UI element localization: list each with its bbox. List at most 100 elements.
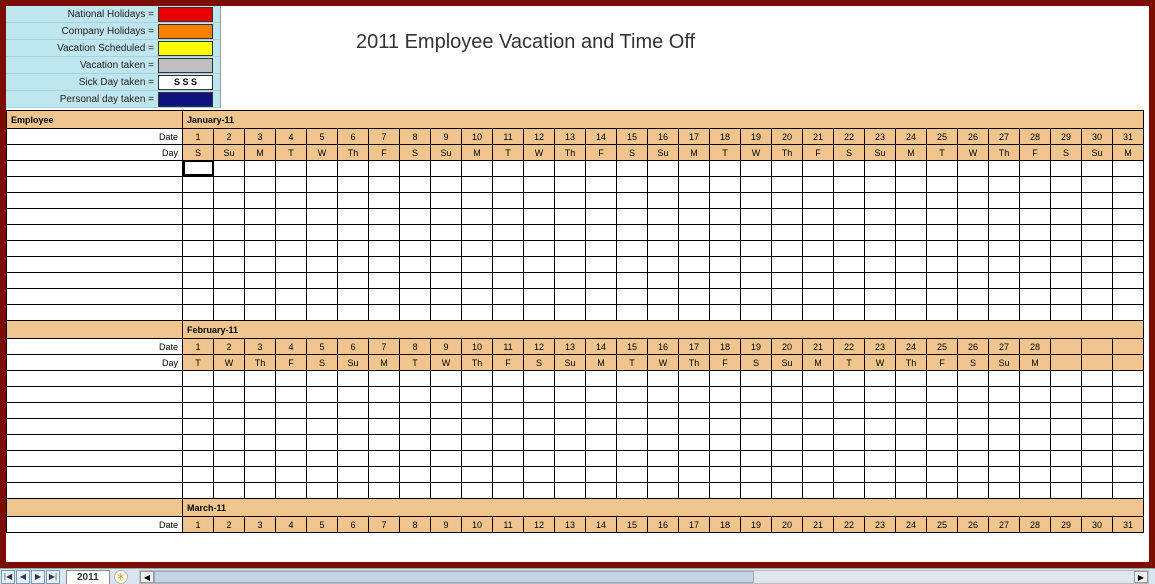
data-cell[interactable] [896, 403, 927, 419]
data-cell[interactable] [679, 289, 710, 305]
data-cell[interactable] [245, 257, 276, 273]
data-cell[interactable] [803, 241, 834, 257]
data-cell[interactable] [648, 273, 679, 289]
data-cell[interactable] [524, 193, 555, 209]
data-cell[interactable] [338, 193, 369, 209]
data-cell[interactable] [1113, 225, 1144, 241]
data-cell[interactable] [276, 257, 307, 273]
data-cell[interactable] [927, 161, 958, 177]
date-cell[interactable]: 29 [1051, 517, 1082, 533]
data-cell[interactable] [927, 193, 958, 209]
data-cell[interactable] [958, 371, 989, 387]
data-cell[interactable] [214, 371, 245, 387]
data-cell[interactable] [214, 483, 245, 499]
data-cell[interactable] [1082, 257, 1113, 273]
data-cell[interactable] [741, 451, 772, 467]
data-cell[interactable] [1113, 209, 1144, 225]
data-cell[interactable] [1113, 435, 1144, 451]
data-cell[interactable] [710, 161, 741, 177]
data-cell[interactable] [586, 467, 617, 483]
data-cell[interactable] [307, 257, 338, 273]
date-cell[interactable]: 4 [276, 129, 307, 145]
data-cell[interactable] [493, 177, 524, 193]
data-cell[interactable] [648, 403, 679, 419]
date-cell[interactable]: 3 [245, 517, 276, 533]
data-cell[interactable] [989, 161, 1020, 177]
data-cell[interactable] [958, 225, 989, 241]
date-cell[interactable]: 14 [586, 129, 617, 145]
data-cell[interactable] [927, 435, 958, 451]
data-cell[interactable] [214, 289, 245, 305]
data-cell[interactable] [1020, 435, 1051, 451]
data-cell[interactable] [555, 371, 586, 387]
data-cell[interactable] [400, 161, 431, 177]
data-cell[interactable] [896, 241, 927, 257]
date-cell[interactable]: 23 [865, 129, 896, 145]
data-cell[interactable] [741, 257, 772, 273]
data-cell[interactable] [617, 161, 648, 177]
data-cell[interactable] [276, 193, 307, 209]
data-cell[interactable] [927, 451, 958, 467]
data-cell[interactable] [1113, 451, 1144, 467]
data-cell[interactable] [338, 177, 369, 193]
data-cell[interactable] [214, 209, 245, 225]
data-cell[interactable] [958, 467, 989, 483]
data-cell[interactable] [834, 241, 865, 257]
data-cell[interactable] [865, 435, 896, 451]
data-cell[interactable] [1113, 403, 1144, 419]
data-cell[interactable] [400, 467, 431, 483]
data-cell[interactable] [772, 467, 803, 483]
data-cell[interactable] [400, 241, 431, 257]
data-cell[interactable] [307, 451, 338, 467]
data-cell[interactable] [648, 225, 679, 241]
data-cell[interactable] [834, 305, 865, 321]
data-cell[interactable] [1020, 403, 1051, 419]
data-cell[interactable] [896, 289, 927, 305]
data-cell[interactable] [679, 193, 710, 209]
data-cell[interactable] [400, 305, 431, 321]
data-cell[interactable] [276, 289, 307, 305]
dow-cell[interactable]: F [803, 145, 834, 161]
data-cell[interactable] [896, 451, 927, 467]
data-cell[interactable] [214, 161, 245, 177]
data-cell[interactable] [1020, 483, 1051, 499]
date-cell[interactable]: 8 [400, 129, 431, 145]
data-cell[interactable] [679, 451, 710, 467]
data-cell[interactable] [648, 161, 679, 177]
data-cell[interactable] [338, 371, 369, 387]
data-cell[interactable] [958, 419, 989, 435]
data-cell[interactable] [803, 419, 834, 435]
data-cell[interactable] [927, 483, 958, 499]
data-cell[interactable] [927, 305, 958, 321]
data-cell[interactable] [1051, 305, 1082, 321]
dow-cell[interactable]: W [741, 145, 772, 161]
tab-nav-prev[interactable]: ◀ [16, 570, 30, 584]
date-cell[interactable]: 17 [679, 339, 710, 355]
data-cell[interactable] [896, 371, 927, 387]
data-cell[interactable] [493, 483, 524, 499]
employee-cell[interactable] [7, 193, 183, 209]
data-cell[interactable] [1020, 177, 1051, 193]
data-cell[interactable] [679, 483, 710, 499]
data-cell[interactable] [493, 289, 524, 305]
data-cell[interactable] [710, 403, 741, 419]
data-cell[interactable] [896, 209, 927, 225]
data-cell[interactable] [958, 305, 989, 321]
data-cell[interactable] [1051, 209, 1082, 225]
data-cell[interactable] [431, 241, 462, 257]
employee-cell[interactable] [7, 387, 183, 403]
data-cell[interactable] [369, 161, 400, 177]
data-cell[interactable] [803, 177, 834, 193]
data-cell[interactable] [927, 403, 958, 419]
date-cell[interactable] [1082, 339, 1113, 355]
data-cell[interactable] [338, 161, 369, 177]
data-cell[interactable] [245, 273, 276, 289]
data-cell[interactable] [183, 193, 214, 209]
data-cell[interactable] [183, 419, 214, 435]
date-cell[interactable]: 17 [679, 129, 710, 145]
data-cell[interactable] [555, 289, 586, 305]
date-cell[interactable]: 5 [307, 517, 338, 533]
data-cell[interactable] [834, 371, 865, 387]
data-cell[interactable] [927, 257, 958, 273]
data-cell[interactable] [896, 435, 927, 451]
